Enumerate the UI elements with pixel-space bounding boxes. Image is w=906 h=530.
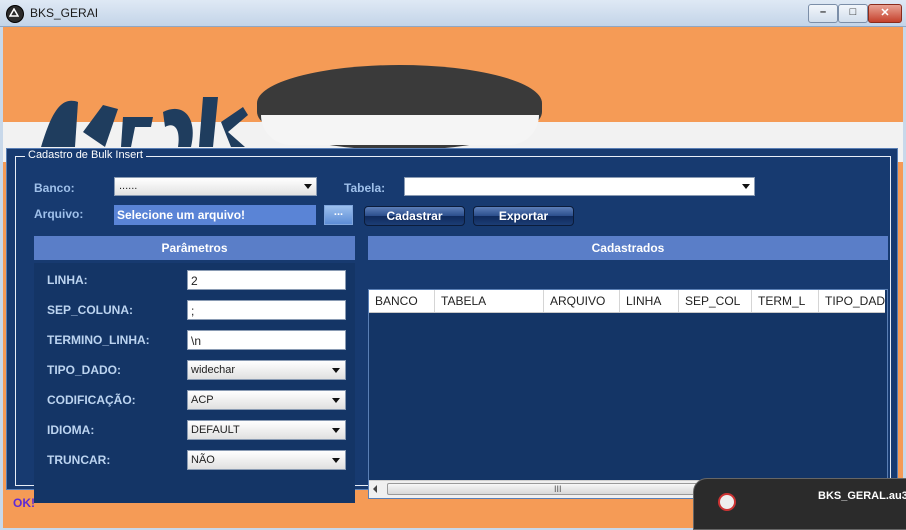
sep-coluna-label: SEP_COLUNA:	[47, 303, 134, 317]
idioma-label: IDIOMA:	[47, 423, 95, 437]
codificacao-select[interactable]: ACP	[187, 390, 346, 410]
truncar-label: TRUNCAR:	[47, 453, 111, 467]
chevron-down-icon	[332, 458, 340, 463]
close-icon: ✕	[880, 7, 890, 19]
column-header-sep-col[interactable]: SEP_COL	[679, 290, 752, 312]
app-icon	[718, 493, 736, 511]
tipo-dado-select[interactable]: widechar	[187, 360, 346, 380]
column-header-tipo-dado[interactable]: TIPO_DADO	[819, 290, 885, 312]
params-header: Parâmetros	[34, 236, 355, 260]
truncar-select[interactable]: NÃO	[187, 450, 346, 470]
codificacao-label: CODIFICAÇÃO:	[47, 393, 136, 407]
codificacao-value: ACP	[191, 394, 214, 406]
cadastrar-button[interactable]: Cadastrar	[364, 206, 465, 226]
cadastrados-list[interactable]: BANCO TABELA ARQUIVO LINHA SEP_COL TERM_…	[368, 289, 888, 499]
exportar-button[interactable]: Exportar	[473, 206, 574, 226]
termino-linha-label: TERMINO_LINHA:	[47, 333, 150, 347]
taskbar-thumbnail[interactable]: BKS_GERAL.au3	[693, 478, 906, 530]
chevron-down-icon	[332, 428, 340, 433]
maximize-button[interactable]: □	[838, 4, 868, 23]
scroll-grip: III	[554, 484, 562, 494]
scroll-thumb[interactable]: III	[387, 483, 729, 495]
banco-label: Banco:	[34, 181, 75, 195]
minimize-button[interactable]: –	[808, 4, 838, 23]
column-header-term-l[interactable]: TERM_L	[752, 290, 819, 312]
column-header-tabela[interactable]: TABELA	[435, 290, 544, 312]
taskbar-label: BKS_GERAL.au3	[818, 490, 906, 502]
banco-select[interactable]: ......	[114, 177, 317, 196]
chevron-down-icon	[332, 398, 340, 403]
banner-puck-band	[261, 115, 539, 145]
maximize-icon: □	[849, 6, 857, 18]
linha-label: LINHA:	[47, 273, 88, 287]
banco-value: ......	[119, 180, 138, 192]
group-title: Cadastro de Bulk Insert	[25, 149, 146, 161]
idioma-select[interactable]: DEFAULT	[187, 420, 346, 440]
tipo-dado-label: TIPO_DADO:	[47, 363, 122, 377]
column-header-arquivo[interactable]: ARQUIVO	[544, 290, 620, 312]
chevron-down-icon	[742, 184, 750, 189]
cadastrados-header: Cadastrados	[368, 236, 888, 260]
tabela-select[interactable]	[404, 177, 755, 196]
arquivo-field[interactable]: Selecione um arquivo!	[114, 205, 316, 225]
idioma-value: DEFAULT	[191, 424, 240, 436]
tipo-dado-value: widechar	[191, 364, 236, 376]
sep-coluna-input[interactable]: ;	[187, 300, 346, 320]
arquivo-label: Arquivo:	[34, 207, 84, 221]
bulk-insert-panel: Cadastro de Bulk Insert Banco: ...... Ta…	[6, 148, 898, 503]
banner-logo-art	[41, 97, 248, 147]
tabela-label: Tabela:	[344, 181, 386, 195]
linha-input[interactable]: 2	[187, 270, 346, 290]
truncar-value: NÃO	[191, 454, 215, 466]
termino-linha-input[interactable]: \n	[187, 330, 346, 350]
autoit-icon[interactable]	[6, 5, 24, 23]
client-area: Cadastro de Bulk Insert Banco: ...... Ta…	[3, 27, 903, 528]
chevron-down-icon	[332, 368, 340, 373]
chevron-down-icon	[304, 184, 312, 189]
title-bar[interactable]: BKS_GERAI – □ ✕	[0, 0, 906, 27]
close-button[interactable]: ✕	[868, 4, 902, 23]
browse-button[interactable]: ...	[324, 205, 353, 225]
scroll-left-icon[interactable]	[373, 485, 377, 493]
minimize-icon: –	[819, 6, 827, 18]
column-header-banco[interactable]: BANCO	[369, 290, 435, 312]
column-header-linha[interactable]: LINHA	[620, 290, 679, 312]
list-header: BANCO TABELA ARQUIVO LINHA SEP_COL TERM_…	[369, 290, 885, 313]
status-text: OK!	[13, 496, 35, 510]
window-title: BKS_GERAI	[30, 6, 99, 20]
